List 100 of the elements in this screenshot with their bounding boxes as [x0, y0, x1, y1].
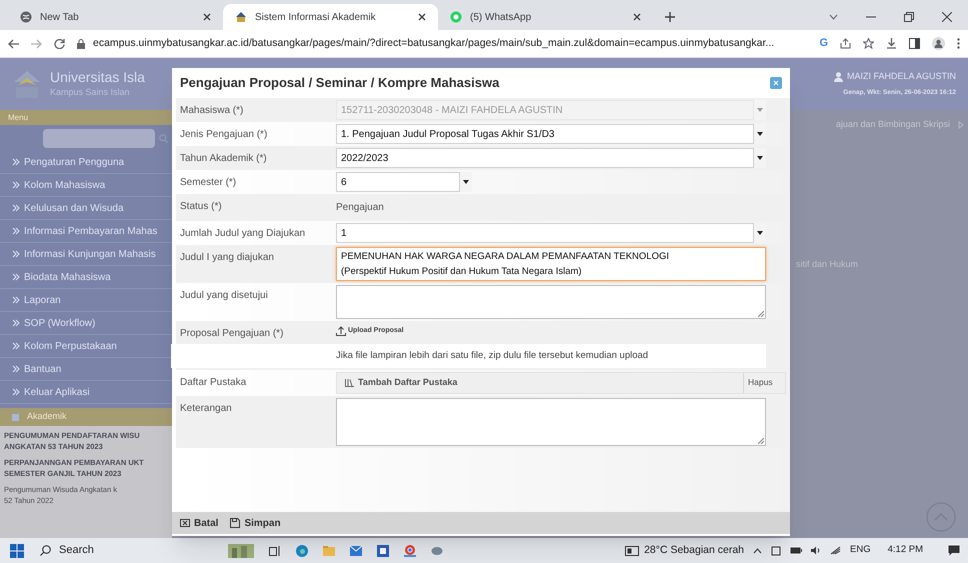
resize-handle-icon — [758, 438, 764, 444]
reload-icon[interactable] — [54, 38, 65, 49]
double-chevron-icon — [12, 273, 20, 281]
dropdown-field[interactable]: 6 — [336, 172, 460, 192]
browser-tab[interactable]: (5) WhatsApp — [438, 4, 653, 30]
field-label: Proposal Pengajuan (*) — [179, 327, 284, 341]
close-icon[interactable] — [418, 13, 426, 21]
double-chevron-icon — [12, 204, 20, 212]
university-logo-icon — [12, 69, 42, 99]
dropdown-field[interactable]: 1. Pengajuan Judul Proposal Tugas Akhir S1/D3 — [336, 124, 754, 144]
share-icon[interactable] — [840, 38, 851, 49]
search-icon — [40, 545, 51, 556]
site-title: Universitas Isla — [50, 68, 145, 86]
minimize-icon[interactable] — [866, 16, 876, 18]
double-chevron-icon — [12, 388, 20, 396]
field-label: Jenis Pengajuan (*) — [179, 128, 268, 142]
resize-handle-icon — [758, 311, 764, 317]
field-label: Judul yang disetujui — [179, 289, 269, 303]
tab-title: Sistem Informasi Akademik — [255, 10, 377, 24]
square-icon — [12, 414, 19, 420]
add-reference-button[interactable]: Tambah Daftar Pustaka — [337, 372, 743, 393]
volume-icon[interactable] — [811, 546, 822, 555]
section-title: Akademik — [27, 410, 67, 424]
close-icon[interactable] — [942, 12, 952, 22]
double-chevron-icon — [12, 296, 20, 304]
menu-label: Menu — [8, 112, 28, 124]
download-icon[interactable] — [886, 38, 897, 49]
field-label: Status (*) — [179, 200, 223, 214]
close-icon[interactable] — [633, 13, 641, 21]
delete-button[interactable]: Hapus — [743, 372, 785, 393]
cancel-icon — [180, 518, 190, 528]
field-label: Keterangan — [179, 402, 233, 416]
double-chevron-icon — [12, 250, 20, 258]
dropdown-button[interactable] — [754, 148, 766, 168]
field-label: Semester (*) — [179, 176, 238, 190]
lock-icon — [77, 38, 85, 48]
user-name: MAIZI FAHDELA AGUSTIN — [846, 70, 956, 84]
mail-icon[interactable] — [350, 546, 362, 556]
upload-icon — [336, 326, 346, 336]
double-chevron-icon — [12, 342, 20, 350]
browser-icon[interactable] — [296, 544, 308, 556]
google-lens-icon[interactable]: G — [819, 35, 828, 52]
clock-text[interactable]: 4:12 PM — [888, 543, 923, 558]
chevron-up-icon[interactable] — [753, 548, 762, 554]
tab-title: New Tab — [40, 10, 80, 24]
profile-icon[interactable] — [932, 37, 945, 50]
field-label: Mahasiswa (*) — [179, 104, 244, 118]
close-icon — [773, 80, 779, 86]
text-area[interactable]: PEMENUHAN HAK WARGA NEGARA DALAM PEMANFAATAN TEKNOLOGI (Perspektif Hukum Positif dan Hukum Tata Negara Islam) — [336, 247, 766, 281]
save-icon — [230, 518, 240, 528]
close-button[interactable] — [770, 77, 782, 89]
weather-icon — [625, 546, 640, 556]
chat-icon — [450, 11, 462, 23]
dropdown-field[interactable]: 1 — [336, 223, 754, 243]
field-label: Tahun Akademik (*) — [179, 152, 268, 166]
field-label: Judul I yang diajukan — [179, 251, 275, 265]
user-icon — [834, 72, 843, 82]
field-label: Jumlah Judul yang Diajukan — [179, 227, 306, 241]
battery-icon[interactable] — [790, 547, 802, 554]
document-icon[interactable] — [377, 544, 389, 556]
star-icon[interactable] — [863, 38, 874, 49]
taskbar-search[interactable]: Search — [40, 542, 200, 559]
browser-tab[interactable]: New Tab — [8, 4, 223, 30]
caret-down-icon — [757, 231, 763, 235]
books-icon — [345, 378, 354, 388]
dropdown-field[interactable]: 2022/2023 — [336, 148, 754, 168]
plus-icon[interactable] — [665, 12, 675, 22]
side-panel-icon[interactable] — [909, 38, 920, 49]
dropdown-field: 152711-2030203048 - MAIZI FAHDELA AGUSTIN — [336, 100, 754, 120]
building-icon — [235, 11, 247, 23]
back-icon[interactable] — [8, 38, 19, 48]
caret-down-icon — [463, 180, 469, 184]
globe-icon — [20, 11, 32, 23]
chrome-icon[interactable] — [404, 544, 416, 556]
double-chevron-icon — [12, 227, 20, 235]
tab-title: (5) WhatsApp — [470, 10, 532, 24]
double-chevron-icon — [12, 181, 20, 189]
help-text: Jika file lampiran lebih dari satu file, zip dulu file tersebut kemudian upload — [171, 344, 766, 368]
caret-down-icon — [757, 108, 763, 112]
dropdown-button[interactable] — [460, 172, 472, 192]
language-indicator[interactable]: ENG — [850, 543, 871, 558]
browser-tab[interactable]: Sistem Informasi Akademik — [223, 4, 438, 30]
notification-icon[interactable] — [948, 545, 960, 556]
double-chevron-icon — [12, 365, 20, 373]
city-image-icon[interactable] — [228, 544, 254, 558]
windows-start-icon[interactable] — [10, 544, 24, 558]
caret-down-icon — [757, 132, 763, 136]
restore-icon[interactable] — [904, 12, 914, 22]
weather-text[interactable]: 28°C Sebagian cerah — [644, 542, 744, 558]
dialog-button[interactable]: Simpan — [230, 516, 281, 530]
field-label: Daftar Pustaka — [179, 376, 248, 390]
close-icon[interactable] — [203, 13, 211, 21]
more-icon[interactable] — [957, 38, 960, 49]
dialog-button[interactable]: Batal — [180, 516, 218, 530]
search-field[interactable] — [43, 128, 155, 148]
task-view-icon[interactable] — [269, 544, 281, 556]
dialog-title: Pengajuan Proposal / Seminar / Kompre Mahasiswa — [180, 74, 500, 92]
double-chevron-icon — [12, 319, 20, 327]
chevron-down-icon[interactable] — [829, 14, 838, 20]
caret-down-icon — [757, 156, 763, 160]
